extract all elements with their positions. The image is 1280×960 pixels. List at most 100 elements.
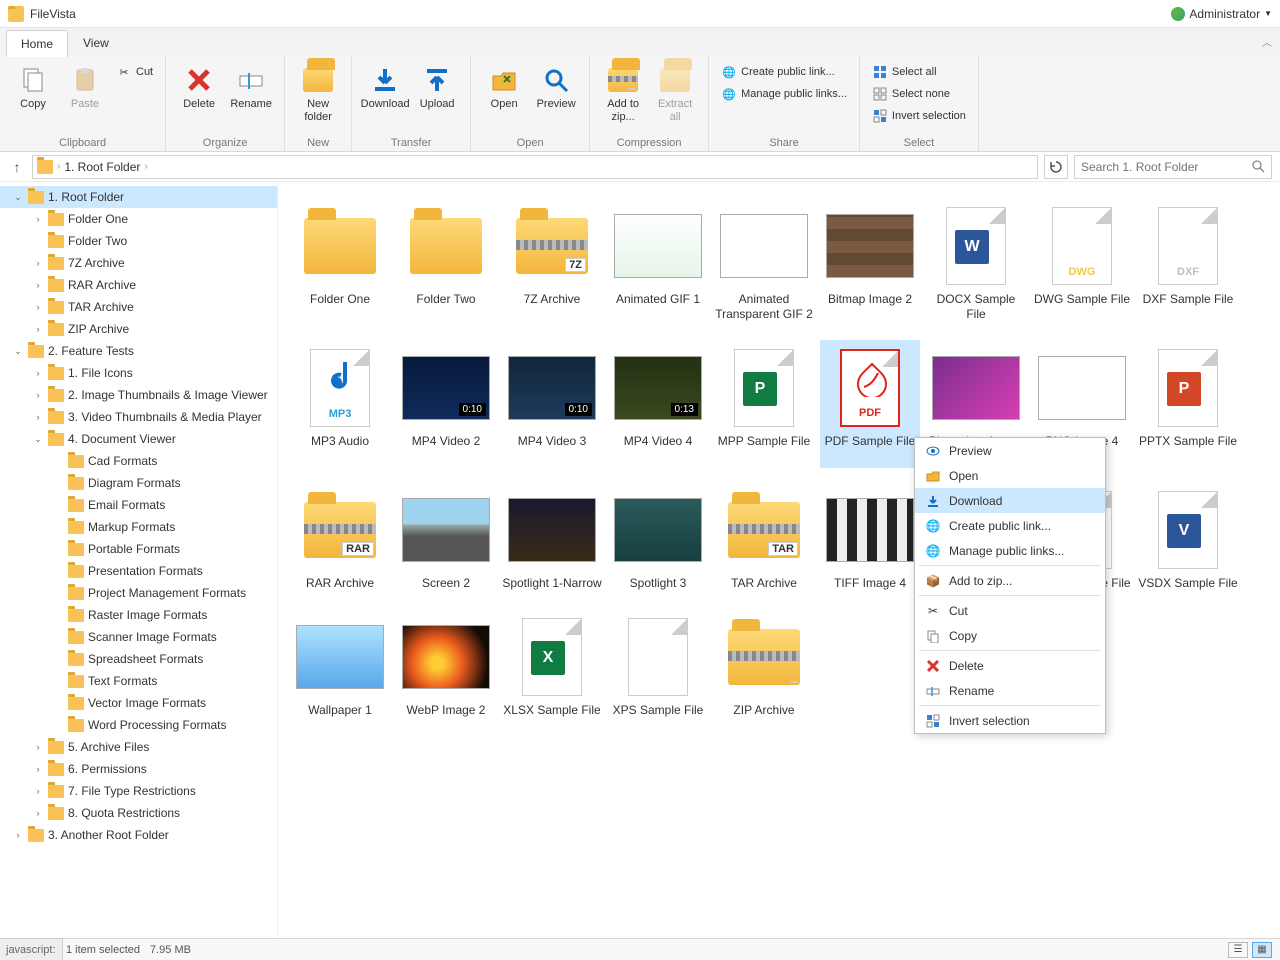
context-menu-item[interactable]: Invert selection <box>915 708 1105 733</box>
context-menu-item[interactable]: 🌐Manage public links... <box>915 538 1105 563</box>
open-button[interactable]: Open <box>479 60 529 135</box>
file-item[interactable]: Spotlight 1-Narrow <box>502 482 602 595</box>
delete-button[interactable]: Delete <box>174 60 224 135</box>
tree-item[interactable]: ›1. File Icons <box>0 362 277 384</box>
tree-item[interactable]: ›Scanner Image Formats <box>0 626 277 648</box>
search-box[interactable] <box>1074 155 1272 179</box>
tree-item[interactable]: ›Diagram Formats <box>0 472 277 494</box>
user-menu[interactable]: Administrator ▼ <box>1171 7 1272 21</box>
manage-public-links-button[interactable]: 🌐Manage public links... <box>717 84 851 104</box>
file-item[interactable]: VVSDX Sample File <box>1138 482 1238 595</box>
tab-view[interactable]: View <box>68 29 124 56</box>
preview-button[interactable]: Preview <box>531 60 581 135</box>
up-button[interactable]: ↑ <box>8 159 26 175</box>
tree-item[interactable]: ›Email Formats <box>0 494 277 516</box>
tree-item[interactable]: ›6. Permissions <box>0 758 277 780</box>
tree-item[interactable]: ›Portable Formats <box>0 538 277 560</box>
file-item[interactable]: PDFPDF Sample File <box>820 340 920 468</box>
chevron-right-icon[interactable]: › <box>32 214 44 224</box>
context-menu-item[interactable]: Rename <box>915 678 1105 703</box>
tree-item[interactable]: ›2. Image Thumbnails & Image Viewer <box>0 384 277 406</box>
file-item[interactable]: WebP Image 2 <box>396 609 496 722</box>
refresh-button[interactable] <box>1044 155 1068 179</box>
context-menu-item[interactable]: Download <box>915 488 1105 513</box>
context-menu-item[interactable]: ✂Cut <box>915 598 1105 623</box>
chevron-right-icon[interactable]: › <box>32 390 44 400</box>
tree-item[interactable]: ›3. Another Root Folder <box>0 824 277 846</box>
tree-item[interactable]: ›TAR Archive <box>0 296 277 318</box>
tree-item[interactable]: ›ZIP Archive <box>0 318 277 340</box>
file-grid-area[interactable]: Folder OneFolder Two7Z ArchiveAnimated G… <box>278 182 1280 938</box>
new-folder-button[interactable]: New folder <box>293 60 343 135</box>
view-icons-button[interactable]: ▦ <box>1252 942 1272 958</box>
chevron-right-icon[interactable]: › <box>32 764 44 774</box>
file-item[interactable]: Bitmap Image 2 <box>820 198 920 326</box>
copy-button[interactable]: Copy <box>8 60 58 135</box>
file-item[interactable]: TAR Archive <box>714 482 814 595</box>
search-input[interactable] <box>1081 160 1246 174</box>
chevron-down-icon[interactable]: ⌄ <box>32 434 44 445</box>
breadcrumb-segment[interactable]: 1. Root Folder <box>64 160 140 174</box>
file-item[interactable]: 0:10MP4 Video 2 <box>396 340 496 468</box>
context-menu-item[interactable]: Copy <box>915 623 1105 648</box>
file-item[interactable]: Folder Two <box>396 198 496 326</box>
tree-item[interactable]: ›Project Management Formats <box>0 582 277 604</box>
file-item[interactable]: Animated Transparent GIF 2 <box>714 198 814 326</box>
context-menu-item[interactable]: Preview <box>915 438 1105 463</box>
file-item[interactable]: WDOCX Sample File <box>926 198 1026 326</box>
view-details-button[interactable]: ☰ <box>1228 942 1248 958</box>
tree-item[interactable]: ›Vector Image Formats <box>0 692 277 714</box>
tree-item[interactable]: ›7. File Type Restrictions <box>0 780 277 802</box>
file-item[interactable]: ZIP Archive <box>714 609 814 722</box>
download-button[interactable]: Download <box>360 60 410 135</box>
tree-item[interactable]: ›3. Video Thumbnails & Media Player <box>0 406 277 428</box>
chevron-right-icon[interactable]: › <box>32 808 44 818</box>
file-item[interactable]: Screen 2 <box>396 482 496 595</box>
file-item[interactable]: XXLSX Sample File <box>502 609 602 722</box>
context-menu[interactable]: PreviewOpenDownload🌐Create public link..… <box>914 437 1106 734</box>
paste-button[interactable]: Paste <box>60 60 110 135</box>
tree-item[interactable]: ›Raster Image Formats <box>0 604 277 626</box>
chevron-right-icon[interactable]: › <box>32 280 44 290</box>
tree-item[interactable]: ›Folder One <box>0 208 277 230</box>
tree-item[interactable]: ›5. Archive Files <box>0 736 277 758</box>
file-item[interactable]: TIFF Image 4 <box>820 482 920 595</box>
chevron-right-icon[interactable]: › <box>12 830 24 840</box>
tree-item[interactable]: ›Spreadsheet Formats <box>0 648 277 670</box>
file-item[interactable]: DWGDWG Sample File <box>1032 198 1132 326</box>
extract-all-button[interactable]: Extract all <box>650 60 700 135</box>
cut-button[interactable]: ✂Cut <box>112 62 157 82</box>
file-item[interactable]: Folder One <box>290 198 390 326</box>
file-item[interactable]: Animated GIF 1 <box>608 198 708 326</box>
file-item[interactable]: 0:13MP4 Video 4 <box>608 340 708 468</box>
file-item[interactable]: RAR Archive <box>290 482 390 595</box>
tree-item[interactable]: ⌄2. Feature Tests <box>0 340 277 362</box>
invert-selection-button[interactable]: Invert selection <box>868 106 970 126</box>
file-item[interactable]: 0:10MP4 Video 3 <box>502 340 602 468</box>
add-to-zip-button[interactable]: Add to zip... <box>598 60 648 135</box>
tree-item[interactable]: ›Text Formats <box>0 670 277 692</box>
tree-item[interactable]: ›Presentation Formats <box>0 560 277 582</box>
folder-tree[interactable]: ⌄1. Root Folder›Folder One›Folder Two›7Z… <box>0 182 278 938</box>
chevron-right-icon[interactable]: › <box>32 324 44 334</box>
context-menu-item[interactable]: 📦Add to zip... <box>915 568 1105 593</box>
tree-item[interactable]: ›Word Processing Formats <box>0 714 277 736</box>
tree-item[interactable]: ›Markup Formats <box>0 516 277 538</box>
select-none-button[interactable]: Select none <box>868 84 970 104</box>
tree-item[interactable]: ⌄1. Root Folder <box>0 186 277 208</box>
file-item[interactable]: MP3MP3 Audio <box>290 340 390 468</box>
chevron-right-icon[interactable]: › <box>32 368 44 378</box>
upload-button[interactable]: Upload <box>412 60 462 135</box>
tree-item[interactable]: ⌄4. Document Viewer <box>0 428 277 450</box>
file-item[interactable]: PMPP Sample File <box>714 340 814 468</box>
rename-button[interactable]: Rename <box>226 60 276 135</box>
file-item[interactable]: PPPTX Sample File <box>1138 340 1238 468</box>
file-item[interactable]: DXFDXF Sample File <box>1138 198 1238 326</box>
context-menu-item[interactable]: Delete <box>915 653 1105 678</box>
tree-item[interactable]: ›7Z Archive <box>0 252 277 274</box>
chevron-down-icon[interactable]: ⌄ <box>12 346 24 357</box>
tree-item[interactable]: ›Folder Two <box>0 230 277 252</box>
chevron-down-icon[interactable]: ⌄ <box>12 192 24 203</box>
context-menu-item[interactable]: 🌐Create public link... <box>915 513 1105 538</box>
file-item[interactable]: 7Z Archive <box>502 198 602 326</box>
